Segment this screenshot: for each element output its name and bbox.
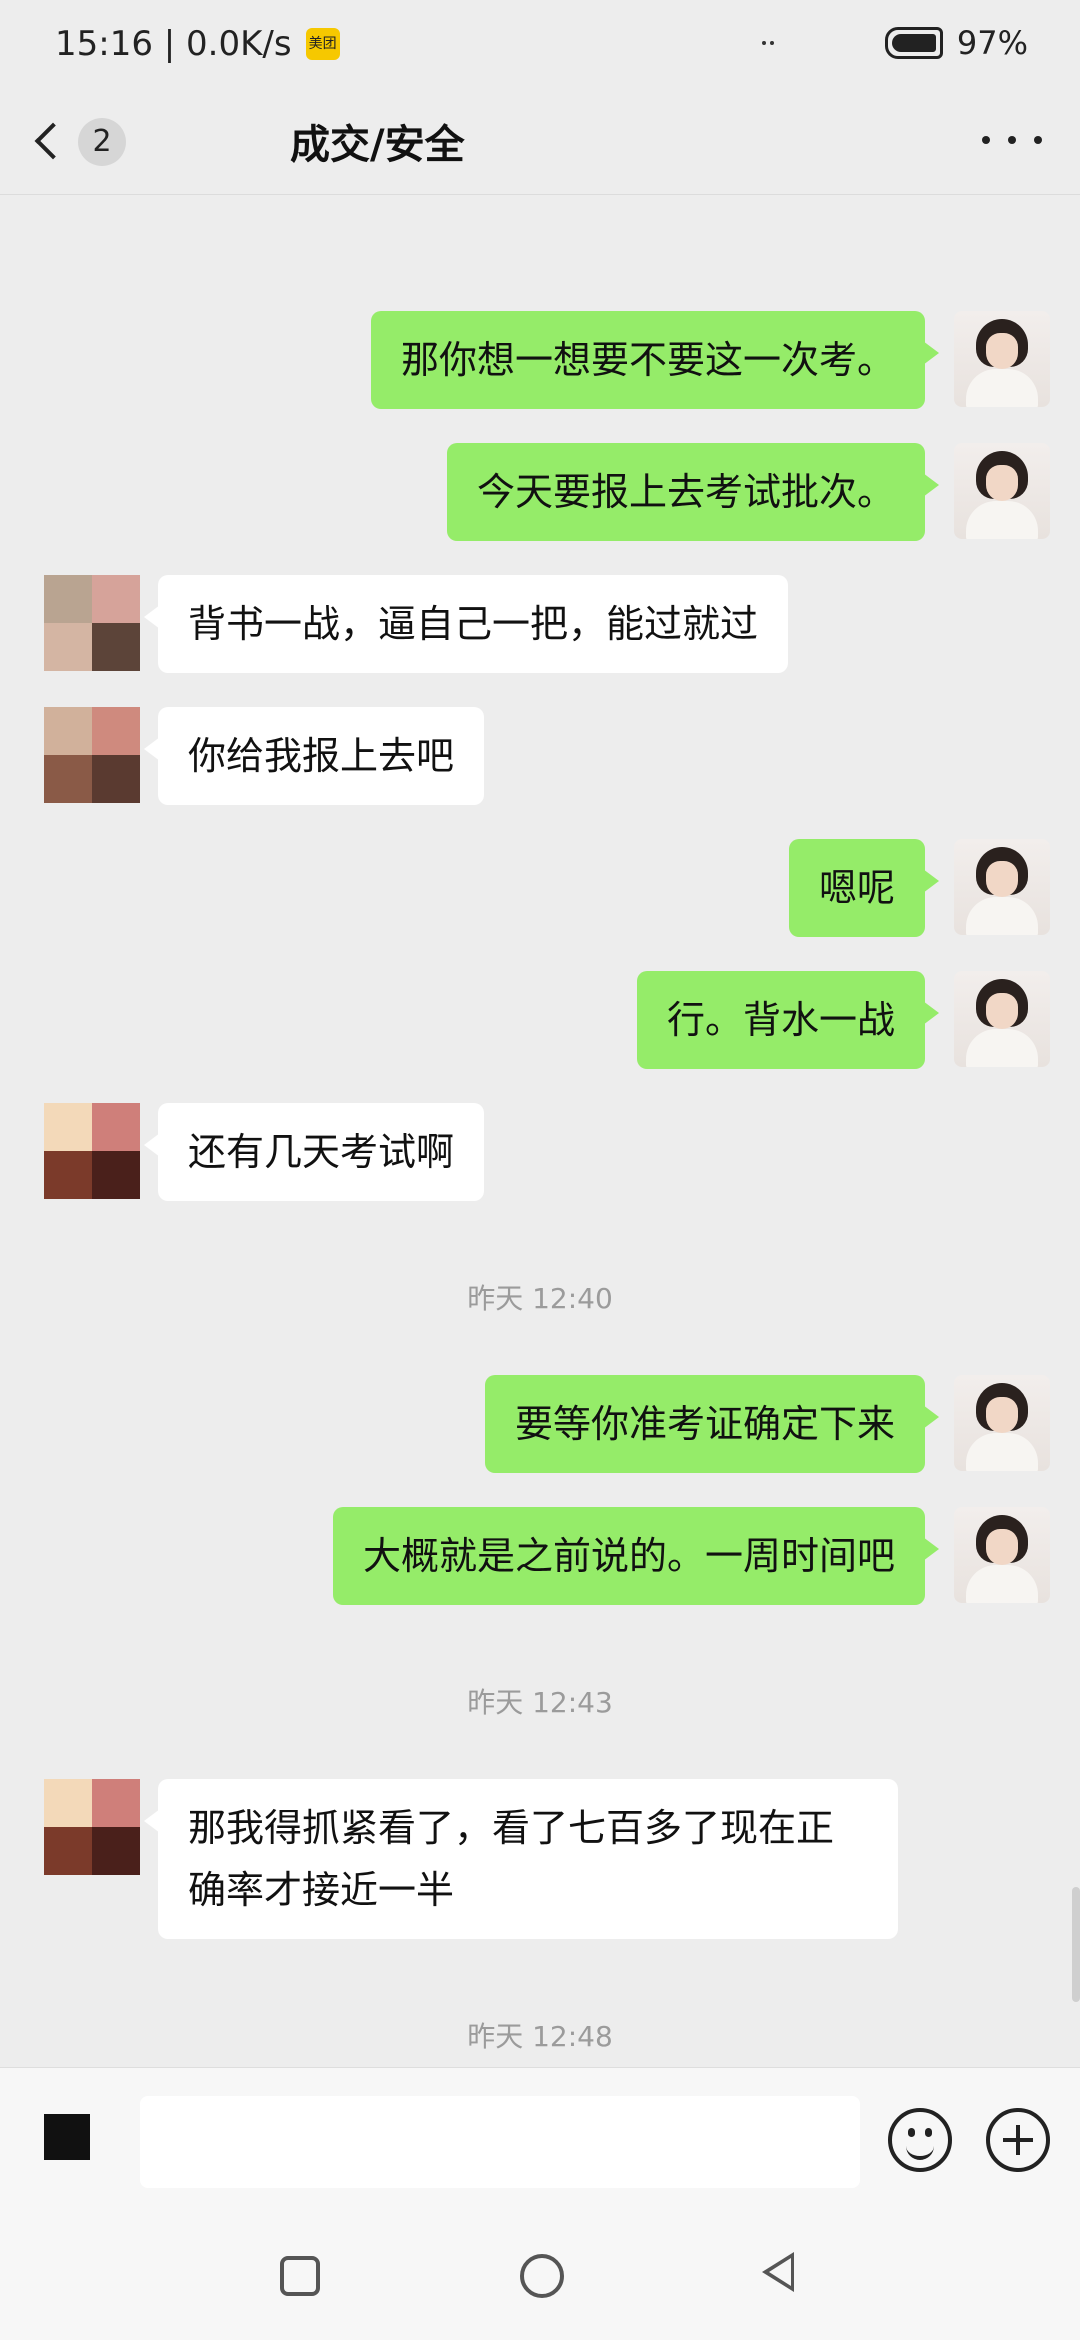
message-row: 那你想一想要不要这一次考。 <box>0 311 1080 411</box>
message-row: 嗯呢 <box>0 839 1080 939</box>
message-row: 那我得抓紧看了，看了七百多了现在正确率才接近一半 <box>0 1779 1080 1949</box>
contact-avatar[interactable] <box>44 1779 140 1875</box>
their-message-bubble[interactable]: 背书一战，逼自己一把，能过就过 <box>143 575 789 673</box>
battery-percent: 97% <box>956 24 1028 62</box>
timestamp: 昨天 12:40 <box>467 1282 613 1315</box>
my-message-bubble[interactable]: 大概就是之前说的。一周时间吧 <box>332 1507 940 1605</box>
contact-avatar[interactable] <box>44 1103 140 1199</box>
my-avatar[interactable] <box>954 443 1050 539</box>
my-avatar[interactable] <box>954 839 1050 935</box>
my-avatar[interactable] <box>954 971 1050 1067</box>
message-row: 要等你准考证确定下来 <box>0 1375 1080 1475</box>
contact-avatar[interactable] <box>44 575 140 671</box>
message-row: 今天要报上去考试批次。 <box>0 443 1080 543</box>
their-message-bubble[interactable]: 还有几天考试啊 <box>143 1103 485 1201</box>
meituan-icon: 美团 <box>305 28 340 60</box>
unread-badge: 2 <box>78 118 126 166</box>
chat-title: 成交/安全 <box>290 122 465 168</box>
timestamp: 昨天 12:48 <box>467 2020 613 2053</box>
chat-header: 2 成交/安全 <box>0 90 1080 195</box>
message-row: 背书一战，逼自己一把，能过就过 <box>0 575 1080 675</box>
message-row: 大概就是之前说的。一周时间吧 <box>0 1507 1080 1607</box>
recent-apps-icon[interactable] <box>280 2256 320 2296</box>
signal-dots-icon <box>762 30 782 45</box>
message-row: 你给我报上去吧 <box>0 707 1080 807</box>
status-bar: 15:16 | 0.0K/s 美团 97% <box>0 0 1080 90</box>
timestamp: 昨天 12:43 <box>467 1686 613 1719</box>
plus-icon[interactable] <box>986 2108 1050 2172</box>
back-button[interactable]: 2 <box>30 110 140 174</box>
my-avatar[interactable] <box>954 1507 1050 1603</box>
my-message-bubble[interactable]: 行。背水一战 <box>636 971 940 1069</box>
my-message-bubble[interactable]: 今天要报上去考试批次。 <box>446 443 940 541</box>
my-message-bubble[interactable]: 要等你准考证确定下来 <box>484 1375 940 1473</box>
voice-icon[interactable] <box>44 2114 90 2160</box>
battery-icon <box>884 27 943 59</box>
input-bar <box>0 2067 1080 2213</box>
my-message-bubble[interactable]: 嗯呢 <box>788 839 940 937</box>
status-time-speed: 15:16 | 0.0K/s <box>55 24 292 64</box>
message-row: 行。背水一战 <box>0 971 1080 1071</box>
my-avatar[interactable] <box>954 311 1050 407</box>
their-message-bubble[interactable]: 那我得抓紧看了，看了七百多了现在正确率才接近一半 <box>144 1779 898 1939</box>
message-list[interactable]: 那你想一想要不要这一次考。 今天要报上去考试批次。 背书一战，逼自己一把，能过就… <box>0 195 1080 2065</box>
system-nav-bar <box>0 2212 1080 2340</box>
status-battery: 97% <box>884 24 1028 62</box>
home-icon[interactable] <box>520 2254 564 2298</box>
message-row: 还有几天考试啊 <box>0 1103 1080 1203</box>
more-dots-icon[interactable] <box>982 120 1042 160</box>
contact-avatar[interactable] <box>44 707 140 803</box>
status-time: 15:16 | 0.0K/s 美团 <box>55 24 340 64</box>
back-chevron-icon <box>34 122 72 160</box>
emoji-icon[interactable] <box>888 2108 952 2172</box>
my-message-bubble[interactable]: 那你想一想要不要这一次考。 <box>370 311 940 409</box>
message-input[interactable] <box>140 2096 860 2188</box>
my-avatar[interactable] <box>954 1375 1050 1471</box>
their-message-bubble[interactable]: 你给我报上去吧 <box>143 707 485 805</box>
scrollbar[interactable] <box>1072 1887 1080 2002</box>
